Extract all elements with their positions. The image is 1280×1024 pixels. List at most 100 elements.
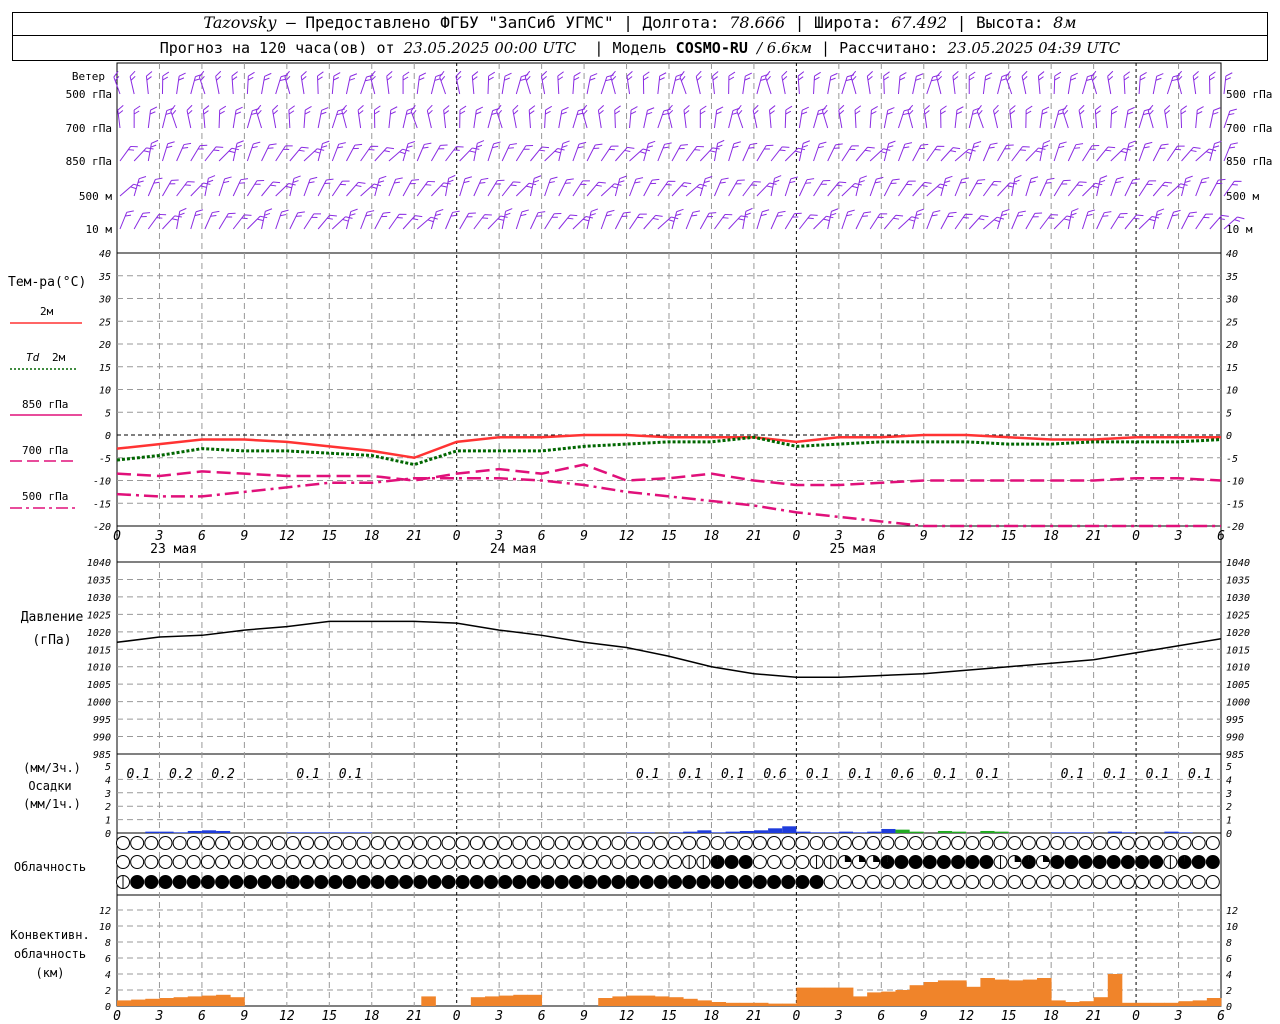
precip-bar — [329, 832, 344, 833]
wind-barb — [204, 210, 220, 230]
wind-barb — [1138, 141, 1153, 162]
wind-barb — [544, 105, 553, 129]
wind-barb — [289, 146, 309, 162]
precip-bar-green — [952, 831, 967, 833]
wind-barb — [317, 71, 324, 95]
cloud-cover-symbol — [300, 836, 314, 850]
wind-barb-line — [1096, 146, 1116, 162]
pres-ytick-right: 995 — [1226, 715, 1244, 726]
wind-barb-line — [855, 175, 867, 197]
cloud-cover-symbol — [625, 855, 640, 869]
conv-bar — [187, 996, 203, 1006]
wind-barb — [374, 147, 395, 162]
cloud-cover-symbol — [1149, 875, 1164, 889]
wind-barb-line — [1094, 105, 1102, 129]
wind-barb-line — [402, 179, 420, 197]
precip-ytick-left: 4 — [105, 775, 111, 786]
wind-barb-line — [954, 106, 964, 129]
pres-ytick-right: 985 — [1226, 750, 1244, 761]
cloud-cover-symbol — [809, 836, 824, 850]
wind-barb — [784, 105, 793, 129]
wind-barb-line — [388, 106, 398, 129]
wind-barb — [501, 143, 517, 162]
x-tick-label: 0 — [1132, 1009, 1140, 1024]
wind-barb — [1180, 105, 1188, 129]
precip-3h-label: 0.6 — [763, 767, 787, 782]
wind-barb — [1090, 70, 1098, 95]
cloud-cover-symbol — [1021, 836, 1036, 850]
cloud-cover-symbol — [1191, 855, 1206, 869]
wind-barb — [161, 71, 170, 95]
wind-barb — [176, 142, 192, 162]
x-tick-label: 3 — [494, 1009, 503, 1024]
cloud-cover-symbol — [1092, 855, 1107, 869]
cloud-cover-symbol — [215, 875, 230, 889]
wind-barb-line — [940, 147, 961, 162]
wind-barb — [1124, 140, 1136, 162]
pres-ytick-left: 1020 — [87, 628, 111, 639]
conv-bar — [923, 982, 939, 1006]
wind-barb-line — [797, 71, 805, 95]
cloud-cover-fill — [1043, 855, 1050, 862]
precip-bar — [782, 826, 797, 833]
cloud-cover-symbol — [116, 855, 130, 869]
conv-bar — [669, 997, 684, 1006]
cloud-cover-symbol — [568, 855, 583, 869]
conv-unit: (км) — [36, 966, 65, 980]
wind-barb — [402, 71, 410, 94]
wind-barb-line — [231, 71, 238, 95]
precip-3h-label: 0.1 — [678, 767, 701, 782]
x-tick-label: 12 — [958, 529, 974, 544]
wind-barb-line — [600, 209, 615, 230]
precip-bar-green — [909, 831, 924, 833]
cloud-cover-symbol — [936, 875, 951, 889]
wind-level-left: 500 м — [79, 190, 112, 203]
cloud-cover-symbol — [271, 855, 286, 869]
wind-barb — [360, 145, 379, 162]
wind-barb — [133, 105, 141, 128]
wind-barb-line — [1209, 71, 1216, 95]
wind-level-right: 500 м — [1226, 190, 1259, 203]
conv-bar — [527, 994, 543, 1006]
wind-barb-line — [369, 70, 376, 95]
wind-barb-line — [190, 209, 204, 230]
precip-bar — [697, 830, 712, 833]
wind-barb — [600, 74, 614, 95]
cloud-cover-symbol — [1205, 836, 1220, 850]
wind-barb-line — [360, 145, 379, 162]
wind-barb — [147, 139, 159, 162]
conv-bar — [117, 1000, 132, 1006]
wind-barb — [1039, 106, 1050, 129]
wind-barb — [374, 175, 387, 197]
wind-barb — [331, 72, 341, 95]
wind-barb — [204, 175, 216, 197]
cloud-cover-symbol — [880, 875, 895, 889]
wind-level-right: 10 м — [1226, 223, 1253, 236]
temp-ytick-right: 25 — [1226, 317, 1238, 328]
wind-barb — [515, 209, 529, 230]
x-tick-label: 15 — [321, 1009, 337, 1024]
precip-ytick-right: 2 — [1226, 802, 1232, 813]
wind-barb-line — [1107, 70, 1114, 95]
cloud-cover-symbol — [300, 875, 314, 889]
cloud-cover-symbol — [781, 855, 796, 869]
wind-barb — [784, 176, 798, 197]
wind-barb-line — [600, 74, 614, 95]
wind-barb-line — [289, 211, 305, 230]
wind-barb-line — [712, 71, 719, 95]
x-tick-label: 21 — [1086, 529, 1102, 544]
wind-barb — [626, 71, 633, 95]
wind-barb-line — [1025, 176, 1039, 197]
wind-barb-line — [186, 104, 193, 129]
x-tick-label: 15 — [321, 529, 337, 544]
wind-barb-line — [388, 213, 407, 230]
wind-barb — [883, 140, 896, 162]
wind-barb-line — [1124, 140, 1136, 162]
wind-barb — [968, 179, 986, 197]
cloud-cover-symbol — [512, 875, 527, 889]
wind-barb — [798, 140, 811, 162]
wind-barb-line — [246, 141, 261, 162]
wind-barb-line — [614, 211, 631, 230]
wind-barb — [246, 71, 255, 95]
wind-barb — [756, 209, 770, 230]
